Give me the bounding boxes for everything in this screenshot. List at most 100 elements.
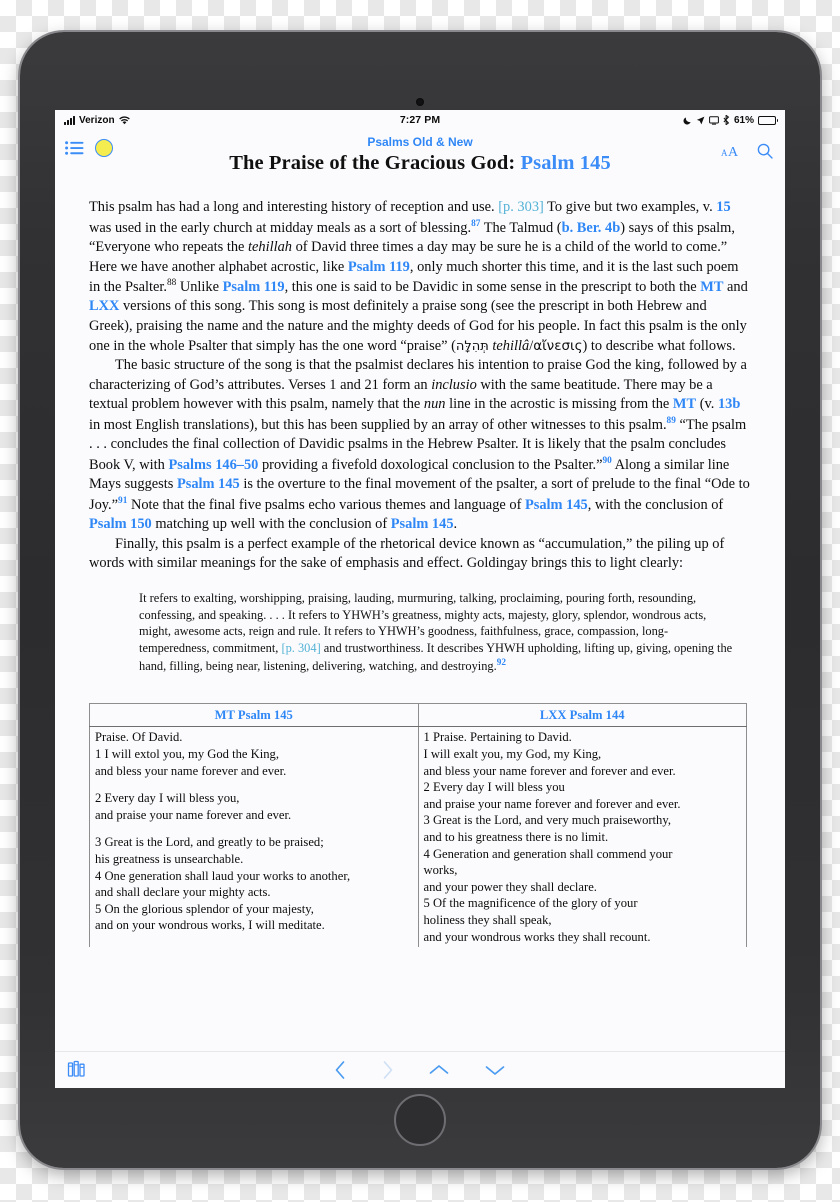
battery-icon <box>758 115 779 125</box>
lxx-line: and praise your name forever and forever… <box>423 796 681 811</box>
lxx-line: 1 Praise. Pertaining to David. <box>423 730 572 745</box>
p1-text-4: The Talmud ( <box>480 219 562 236</box>
table-cell-mt-text: Praise. Of David. 1 I will extol you, my… <box>89 726 419 948</box>
mt-line: 1 I will extol you, my God the King, <box>95 746 279 761</box>
svg-text:A: A <box>728 145 739 158</box>
bottom-toolbar <box>55 1051 785 1088</box>
lxx-link-1[interactable]: LXX <box>89 298 119 314</box>
mt-link-1[interactable]: MT <box>700 279 723 295</box>
verse-link-13b[interactable]: 13b <box>718 396 740 412</box>
psalm-link-150[interactable]: Psalm 150 <box>89 516 152 532</box>
mt-line-spacer <box>95 779 413 790</box>
lxx-line: and your power they shall declare. <box>423 879 597 894</box>
p1-text-9: , this one is said to be Davidic in some… <box>284 278 701 295</box>
table-row: Praise. Of David. 1 I will extol you, my… <box>89 726 747 948</box>
book-title-label: Psalms Old & New <box>367 135 473 149</box>
page-marker-303[interactable]: [p. 303] <box>498 199 544 215</box>
psalms-link-146-50[interactable]: Psalms 146–50 <box>168 457 258 473</box>
cellular-signal-icon <box>64 115 75 125</box>
inclusio-italic: inclusio <box>431 376 477 393</box>
verse-link-15[interactable]: 15 <box>716 199 730 215</box>
p2-text-11: , with the conclusion of <box>587 496 724 513</box>
footnote-ref-90[interactable]: 90 <box>603 456 612 466</box>
do-not-disturb-icon <box>683 116 692 125</box>
table-header-lxx: LXX Psalm 144 <box>417 702 747 728</box>
lxx-line: 4 Generation and generation shall commen… <box>423 846 673 861</box>
footnote-ref-91[interactable]: 91 <box>118 496 127 506</box>
search-icon[interactable] <box>757 143 773 159</box>
list-toc-icon[interactable] <box>65 141 84 155</box>
p2-text-12: matching up well with the conclusion of <box>151 516 391 533</box>
chevron-left-icon[interactable] <box>334 1060 347 1080</box>
p2-text-5: in most English translations), but this … <box>89 416 667 433</box>
psalm-link-119-a[interactable]: Psalm 119 <box>348 259 410 275</box>
navigation-controls <box>55 1052 785 1088</box>
status-bar: Verizon 7:27 PM 61% <box>55 110 785 130</box>
paragraph-3: Finally, this psalm is a perfect example… <box>89 535 725 572</box>
p2-text-7: providing a fivefold doxological conclus… <box>258 456 603 473</box>
mt-link-2[interactable]: MT <box>673 396 696 412</box>
footnote-ref-88[interactable]: 88 <box>167 278 176 288</box>
p1-text-1: This psalm has had a long and interestin… <box>89 199 499 215</box>
chevron-up-icon[interactable] <box>428 1063 450 1077</box>
footnote-ref-92[interactable]: 92 <box>497 658 506 668</box>
clock-label: 7:27 PM <box>399 114 441 126</box>
mt-line: 2 Every day I will bless you, <box>95 791 240 806</box>
nav-bar-right-controls: A A <box>721 143 773 159</box>
battery-percent-label: 61% <box>734 114 755 126</box>
mt-line-spacer <box>95 823 413 834</box>
p2-text-13: . <box>453 516 458 533</box>
lxx-line: I will exalt you, my God, my King, <box>423 746 602 761</box>
table-header-mt: MT Psalm 145 <box>89 702 419 728</box>
tehillah-italic-1: tehillah <box>248 238 292 255</box>
font-size-icon[interactable]: A A <box>721 144 742 158</box>
page-marker-304[interactable]: [p. 304] <box>281 641 320 655</box>
nun-italic: nun <box>423 396 446 413</box>
ipad-device: Verizon 7:27 PM 61% Psalms Old & New The… <box>20 32 820 1168</box>
p1-text-3: was used in the early church at midday m… <box>89 219 472 236</box>
table-cell-lxx-text: 1 Praise. Pertaining to David. I will ex… <box>417 726 747 948</box>
footnote-ref-87[interactable]: 87 <box>471 219 480 229</box>
mt-line: 5 On the glorious splendor of your majes… <box>95 901 314 916</box>
chevron-down-icon[interactable] <box>484 1063 506 1077</box>
p2-text-10: Note that the final five psalms echo var… <box>127 496 525 513</box>
talmud-link-bber4b[interactable]: b. Ber. 4b <box>562 219 621 235</box>
psalm-link-145-a[interactable]: Psalm 145 <box>177 476 240 492</box>
nav-bar-left-controls <box>65 139 113 157</box>
page-title-reference: Psalm 145 <box>520 152 611 174</box>
psalm-link-145-c[interactable]: Psalm 145 <box>391 516 454 532</box>
status-bar-left: Verizon <box>64 115 400 126</box>
lxx-line: holiness they shall speak, <box>423 913 552 928</box>
chevron-right-icon[interactable] <box>381 1060 394 1080</box>
paragraph-2: The basic structure of the song is that … <box>89 356 751 535</box>
yellow-highlighter-icon[interactable] <box>95 139 113 157</box>
table-header-row: MT Psalm 145 LXX Psalm 144 <box>89 702 747 728</box>
lxx-line: 3 Great is the Lord, and very much prais… <box>423 813 671 828</box>
p1-text-2: To give but two examples, v. <box>543 199 717 215</box>
hebrew-word-tehillah: תְּהִלָּה <box>455 338 489 354</box>
mt-line: 3 Great is the Lord, and greatly to be p… <box>95 835 324 850</box>
home-button[interactable] <box>394 1094 446 1146</box>
nav-bar-title-block: Psalms Old & New The Praise of the Graci… <box>55 135 785 175</box>
p1-text-8: Unlike <box>176 278 223 295</box>
mt-line: and on your wondrous works, I will medit… <box>95 918 325 933</box>
lxx-line: and bless your name forever and forever … <box>423 763 676 778</box>
lxx-line: 5 Of the magnificence of the glory of yo… <box>423 896 638 911</box>
mt-line: and praise your name forever and ever. <box>95 807 292 822</box>
footnote-ref-89[interactable]: 89 <box>667 416 676 426</box>
svg-text:A: A <box>721 148 728 158</box>
paragraph-1: This psalm has had a long and interestin… <box>89 198 751 356</box>
greek-word-ainesis: αἴνεσις <box>533 337 583 354</box>
page-body: This psalm has had a long and interestin… <box>55 176 785 948</box>
bluetooth-icon <box>723 115 730 125</box>
front-camera-icon <box>416 98 424 106</box>
screen-mirroring-icon <box>709 115 719 125</box>
psalm-link-145-b[interactable]: Psalm 145 <box>525 497 588 513</box>
lxx-line: and to his greatness there is no limit. <box>423 830 609 845</box>
reader-content-area[interactable]: This psalm has had a long and interestin… <box>55 176 785 1052</box>
psalm-link-119-b[interactable]: Psalm 119 <box>223 279 285 295</box>
top-navigation-bar: Psalms Old & New The Praise of the Graci… <box>55 130 785 177</box>
device-screen: Verizon 7:27 PM 61% Psalms Old & New The… <box>55 110 785 1088</box>
mt-line: Praise. Of David. <box>95 730 183 745</box>
status-bar-right: 61% <box>440 114 779 126</box>
